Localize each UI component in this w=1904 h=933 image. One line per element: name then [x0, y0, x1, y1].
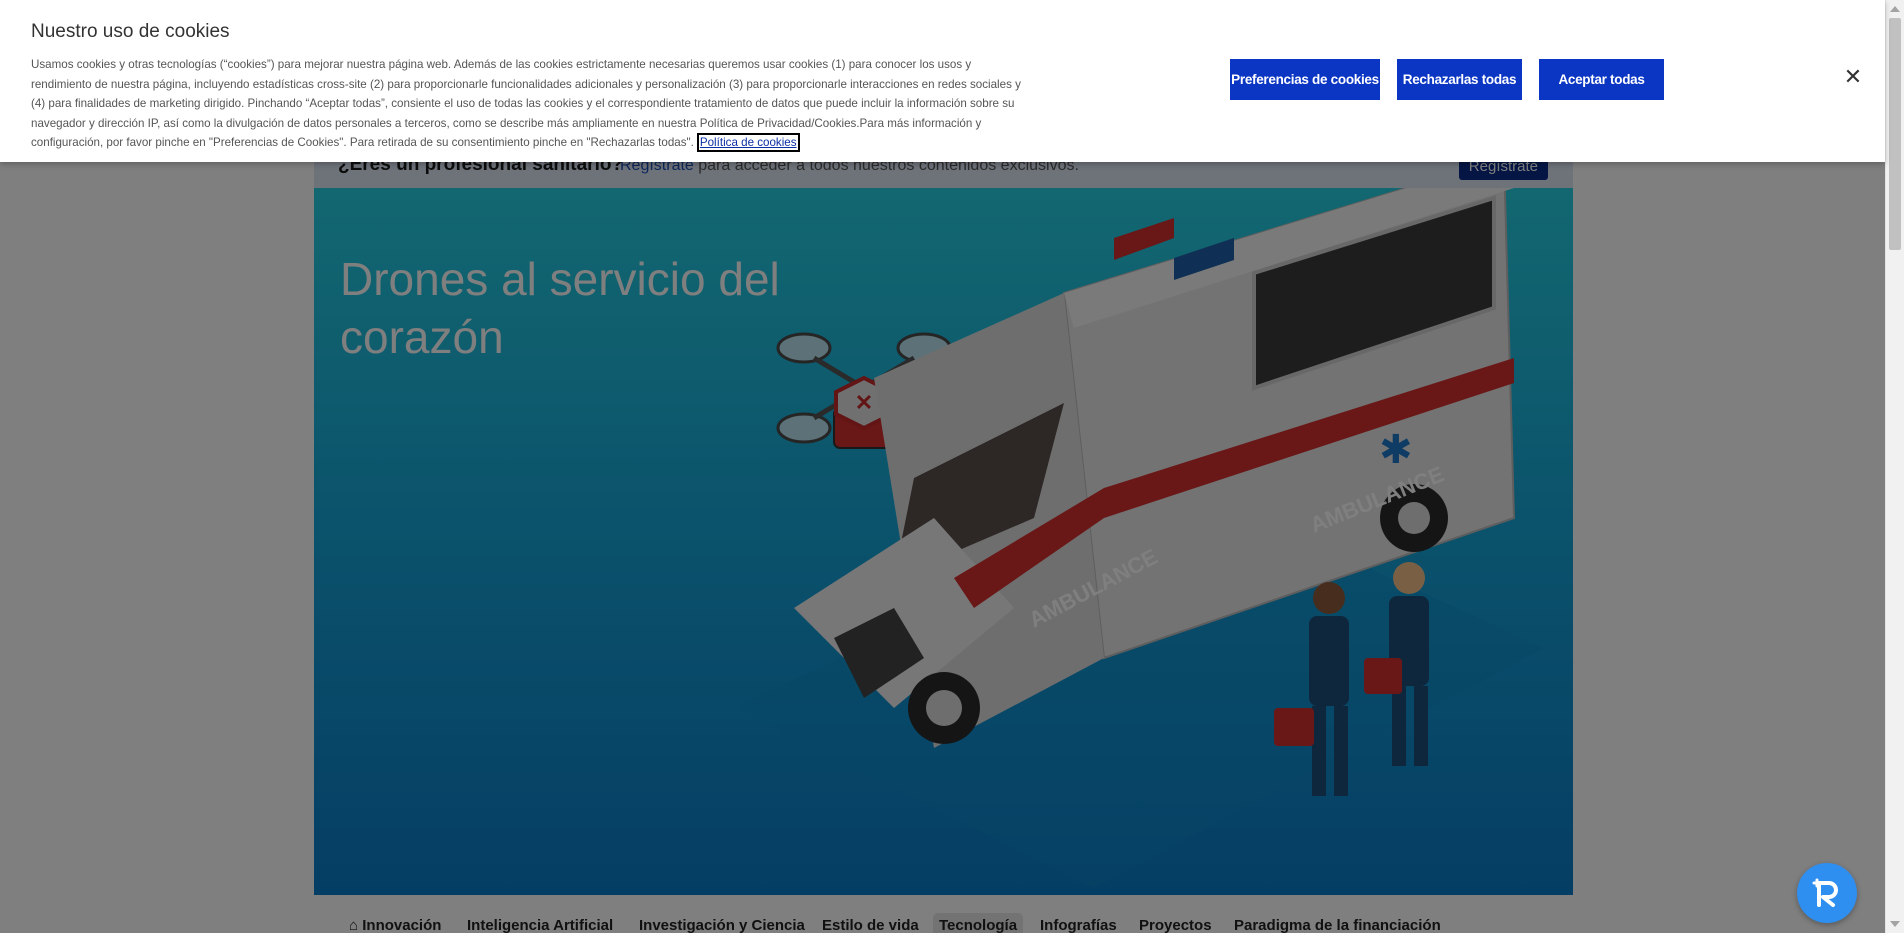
- reject-all-button[interactable]: Rechazarlas todas: [1397, 59, 1522, 100]
- cookie-policy-link[interactable]: Política de cookies: [696, 133, 800, 153]
- scroll-up-arrow-icon[interactable]: [1890, 6, 1900, 12]
- cookie-preferences-button[interactable]: Preferencias de cookies: [1230, 59, 1380, 100]
- cookie-banner-title: Nuestro uso de cookies: [31, 21, 230, 42]
- scrollbar-thumb[interactable]: [1889, 18, 1901, 250]
- page-scrollbar[interactable]: [1885, 0, 1904, 933]
- cookie-description: Usamos cookies y otras tecnologías (“coo…: [31, 58, 1021, 150]
- scroll-down-arrow-icon[interactable]: [1890, 921, 1900, 927]
- accept-all-button[interactable]: Aceptar todas: [1539, 59, 1664, 100]
- cookie-banner: Nuestro uso de cookies Usamos cookies y …: [0, 0, 1885, 162]
- close-icon[interactable]: ✕: [1842, 66, 1864, 88]
- cookie-banner-text: Usamos cookies y otras tecnologías (“coo…: [31, 55, 1021, 153]
- assistant-button[interactable]: [1797, 863, 1857, 923]
- assistant-icon: [1812, 878, 1838, 907]
